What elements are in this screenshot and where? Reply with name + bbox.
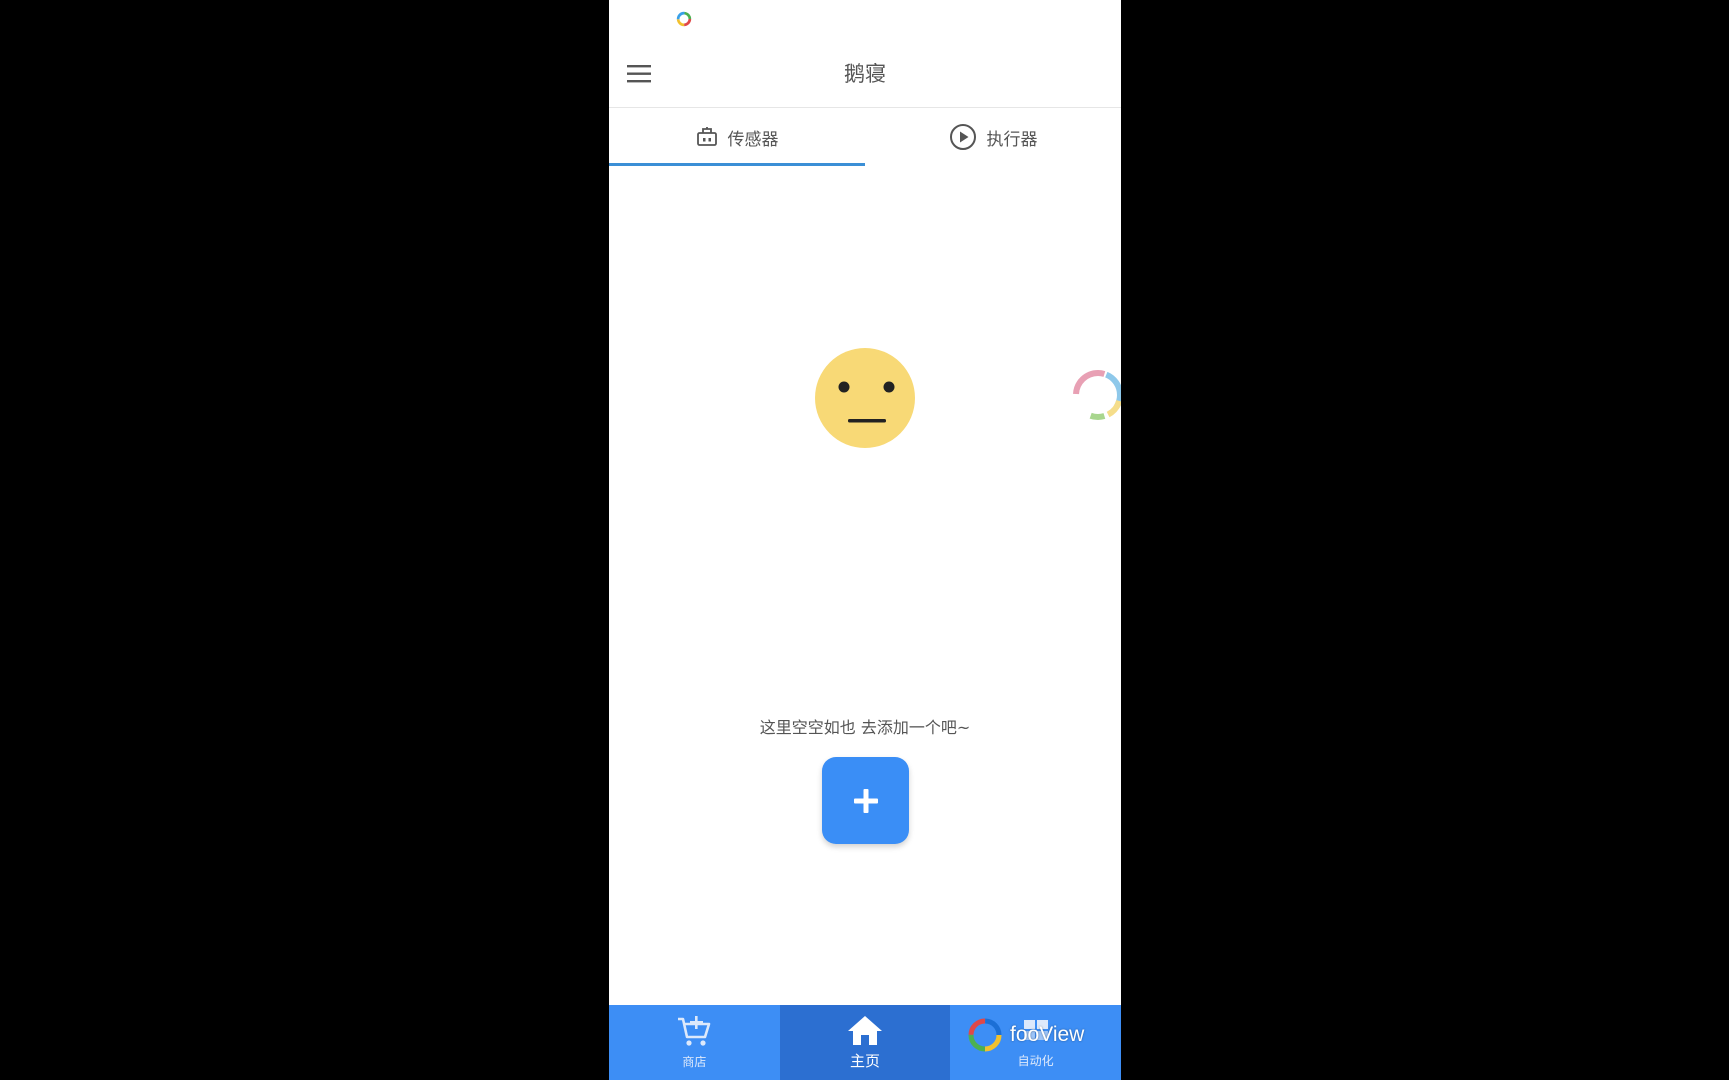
- sensor-icon: [696, 126, 718, 148]
- fooview-floating-ring-icon[interactable]: [1069, 366, 1121, 424]
- tab-bar: 传感器 执行器: [609, 108, 1121, 166]
- nav-item-home-label: 主页: [850, 1052, 881, 1070]
- plus-icon: [853, 788, 878, 813]
- empty-state-message: 这里空空如也 去添加一个吧~: [759, 718, 971, 737]
- home-icon: [848, 1016, 882, 1045]
- page-title: 鹅寝: [844, 62, 886, 86]
- tab-actuators-label: 执行器: [986, 129, 1038, 150]
- neutral-face-icon: [815, 348, 915, 448]
- status-bar: [609, 0, 1121, 38]
- fooview-logo-icon: [968, 1018, 1002, 1052]
- fooview-overlay[interactable]: fooView: [966, 1015, 1084, 1055]
- tab-actuators[interactable]: 执行器: [865, 108, 1121, 166]
- tab-sensors[interactable]: 传感器: [609, 108, 865, 166]
- fooview-brand-text: fooView: [1010, 1023, 1085, 1046]
- nav-item-store-label: 商店: [682, 1055, 707, 1069]
- app-bar: 鹅寝: [609, 38, 1121, 108]
- nav-item-home[interactable]: 主页: [779, 1005, 951, 1080]
- nav-item-store[interactable]: 商店: [609, 1005, 780, 1080]
- cart-add-icon: [678, 1016, 711, 1046]
- fooview-notification-icon: [676, 11, 692, 27]
- play-circle-icon: [949, 123, 977, 151]
- tab-sensors-label: 传感器: [727, 129, 779, 150]
- phone-screen: 鹅寝 传感器 执行器 这里空空如也 去添加一个吧~ 商店 主页 自动化 fooV…: [609, 0, 1121, 1080]
- add-button[interactable]: [822, 757, 909, 844]
